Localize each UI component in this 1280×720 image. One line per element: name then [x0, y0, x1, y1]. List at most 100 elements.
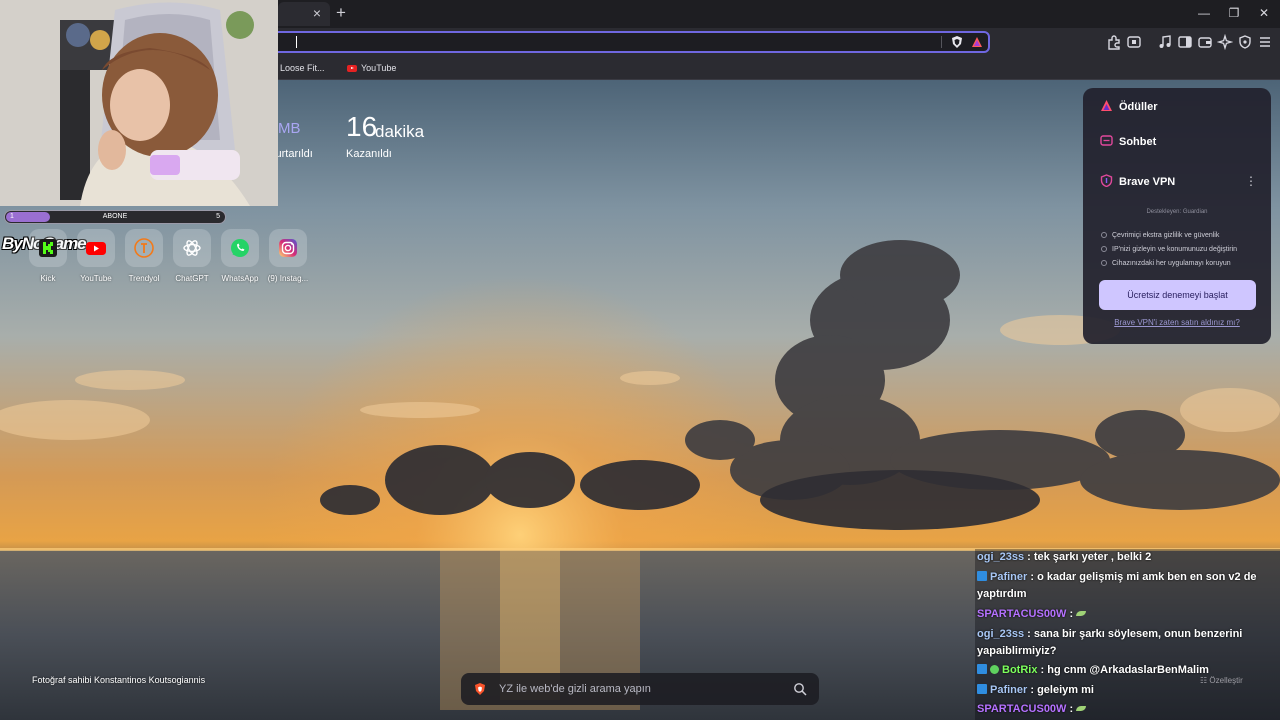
emote-icon [1076, 706, 1087, 711]
verified-badge-icon [990, 665, 999, 674]
brave-rewards-icon[interactable] [971, 36, 983, 48]
chat-username: SPARTACUS00W [977, 703, 1067, 715]
rewards-label: Ödüller [1119, 101, 1158, 113]
private-search-box[interactable]: YZ ile web'de gizli arama yapın [461, 673, 819, 705]
more-options-icon[interactable]: ⋮ [1245, 175, 1257, 187]
wallet-icon[interactable] [1197, 34, 1213, 50]
top-site-whatsapp[interactable]: WhatsApp [216, 229, 264, 283]
already-purchased-link[interactable]: Brave VPN'i zaten satın aldınız mı? [1083, 318, 1271, 327]
trendyol-icon [134, 238, 154, 258]
goal-label: ABONE [102, 213, 128, 220]
bookmark-label: YouTube [361, 63, 397, 73]
vpn-feature-text: IP'nizi gizleyin ve konumunuzu değiştiri… [1112, 246, 1238, 253]
close-window-button[interactable]: ✕ [1255, 5, 1273, 21]
chat-username: Pafiner [990, 571, 1028, 583]
chat-text: : hg cnm @ArkadaslarBenMalim [1040, 664, 1209, 676]
sidebar-icon[interactable] [1177, 34, 1193, 50]
chat-message: Pafiner : o kadar gelişmiş mi amk ben en… [977, 569, 1277, 603]
subscriber-badge-icon [977, 684, 987, 694]
time-saved-value: 16 [346, 111, 378, 142]
top-site-instagram[interactable]: (9) Instag... [264, 229, 312, 283]
top-site-chatgpt[interactable]: ChatGPT [168, 229, 216, 283]
chat-username: SPARTACUS00W [977, 608, 1067, 620]
rewards-icon [1101, 100, 1112, 111]
vpn-feature-text: Cihazınızdaki her uygulamayı koruyun [1112, 260, 1231, 267]
check-icon [1101, 260, 1107, 266]
instagram-icon [279, 239, 297, 257]
menu-icon[interactable] [1257, 34, 1273, 50]
leo-ai-icon[interactable] [1216, 33, 1234, 51]
chat-message: ogi_23ss : sana bir şarkı söylesem, onun… [977, 626, 1277, 660]
chatgpt-icon [183, 240, 201, 256]
top-site-label: Trendyol [128, 274, 160, 283]
screenshot-icon[interactable] [1126, 34, 1142, 50]
goal-target: 5 [216, 213, 220, 220]
emote-icon [1076, 611, 1087, 616]
vpn-feature: Cihazınızdaki her uygulamayı koruyun [1101, 260, 1231, 267]
whatsapp-icon [231, 239, 249, 257]
vpn-title-label: Brave VPN [1119, 176, 1176, 188]
vpn-feature: IP'nizi gizleyin ve konumunuzu değiştiri… [1101, 246, 1237, 253]
top-site-kick[interactable]: Kick [24, 229, 72, 283]
top-site-label: YouTube [80, 274, 112, 283]
kick-icon [39, 239, 57, 257]
chat-username: ogi_23ss [977, 551, 1025, 563]
chat-text: : geleiym mi [1030, 684, 1094, 696]
subscriber-goal-bar: 1 ABONE 5 [4, 210, 226, 224]
chat-message: Pafiner : geleiym mi [977, 682, 1277, 699]
youtube-icon [347, 65, 357, 72]
vpn-shield-icon [1100, 174, 1113, 187]
data-saved-unit: MB [278, 120, 301, 137]
divider [941, 36, 942, 48]
address-bar[interactable] [262, 31, 990, 53]
brave-shields-icon[interactable] [950, 35, 964, 49]
check-icon [1101, 232, 1107, 238]
webcam-overlay [0, 0, 278, 206]
media-icon[interactable] [1157, 34, 1173, 50]
chat-message: ogi_23ss : tek şarkı yeter , belki 2 [977, 549, 1277, 566]
chat-message: SPARTACUS00W : [977, 606, 1277, 623]
vpn-icon[interactable] [1237, 34, 1253, 50]
subscriber-badge-icon [977, 664, 987, 674]
check-icon [1101, 246, 1107, 252]
chat-username: Pafiner [990, 684, 1028, 696]
chat-text: : tek şarkı yeter , belki 2 [1027, 551, 1152, 563]
photo-credit[interactable]: Fotoğraf sahibi Konstantinos Koutsogiann… [32, 675, 205, 685]
vpn-title[interactable]: Brave VPN [1100, 174, 1175, 190]
top-site-trendyol[interactable]: Trendyol [120, 229, 168, 283]
start-free-trial-button[interactable]: Ücretsiz denemeyi başlat [1099, 280, 1256, 310]
top-site-label: WhatsApp [221, 274, 259, 283]
rewards-link[interactable]: Ödüller [1100, 99, 1158, 115]
minimize-button[interactable]: — [1195, 5, 1213, 21]
search-icon[interactable] [793, 682, 807, 696]
chat-icon [1100, 135, 1113, 146]
chat-text: : [1069, 703, 1074, 715]
stream-chat-overlay: ogi_23ss : tek şarkı yeter , belki 2 Paf… [975, 549, 1280, 720]
chat-link[interactable]: Sohbet [1100, 134, 1156, 150]
chat-username: BotRix [1002, 664, 1038, 676]
chat-username: ogi_23ss [977, 628, 1025, 640]
chat-label: Sohbet [1119, 136, 1157, 148]
brave-lion-icon [475, 683, 485, 695]
close-tab-button[interactable]: × [309, 5, 325, 21]
extensions-icon[interactable] [1106, 34, 1122, 50]
chat-message: BotRix : hg cnm @ArkadaslarBenMalim [977, 662, 1277, 679]
time-saved-unit: dakika [375, 122, 425, 141]
youtube-icon [86, 242, 106, 255]
sponsor-text: Destekleyen: Guardian [1146, 209, 1208, 215]
top-site-label: (9) Instag... [267, 274, 309, 283]
bookmark-item-youtube[interactable]: YouTube [347, 60, 396, 76]
search-placeholder: YZ ile web'de gizli arama yapın [499, 683, 651, 695]
subscriber-badge-icon [977, 571, 987, 581]
top-site-label: Kick [40, 274, 56, 283]
restore-button[interactable]: ❐ [1225, 5, 1243, 21]
chat-message: SPARTACUS00W : [977, 701, 1277, 718]
text-caret [296, 36, 297, 48]
top-site-youtube[interactable]: YouTube [72, 229, 120, 283]
time-saved-label: Kazanıldı [346, 148, 392, 160]
chat-text: : [1069, 608, 1074, 620]
vpn-feature: Çevrimiçi ekstra gizlilik ve güvenlik [1101, 232, 1219, 239]
brave-widget-panel: Ödüller Sohbet Brave VPN ⋮ Destekleyen: … [1083, 88, 1271, 344]
new-tab-button[interactable]: + [333, 4, 349, 22]
top-site-label: ChatGPT [175, 274, 209, 283]
